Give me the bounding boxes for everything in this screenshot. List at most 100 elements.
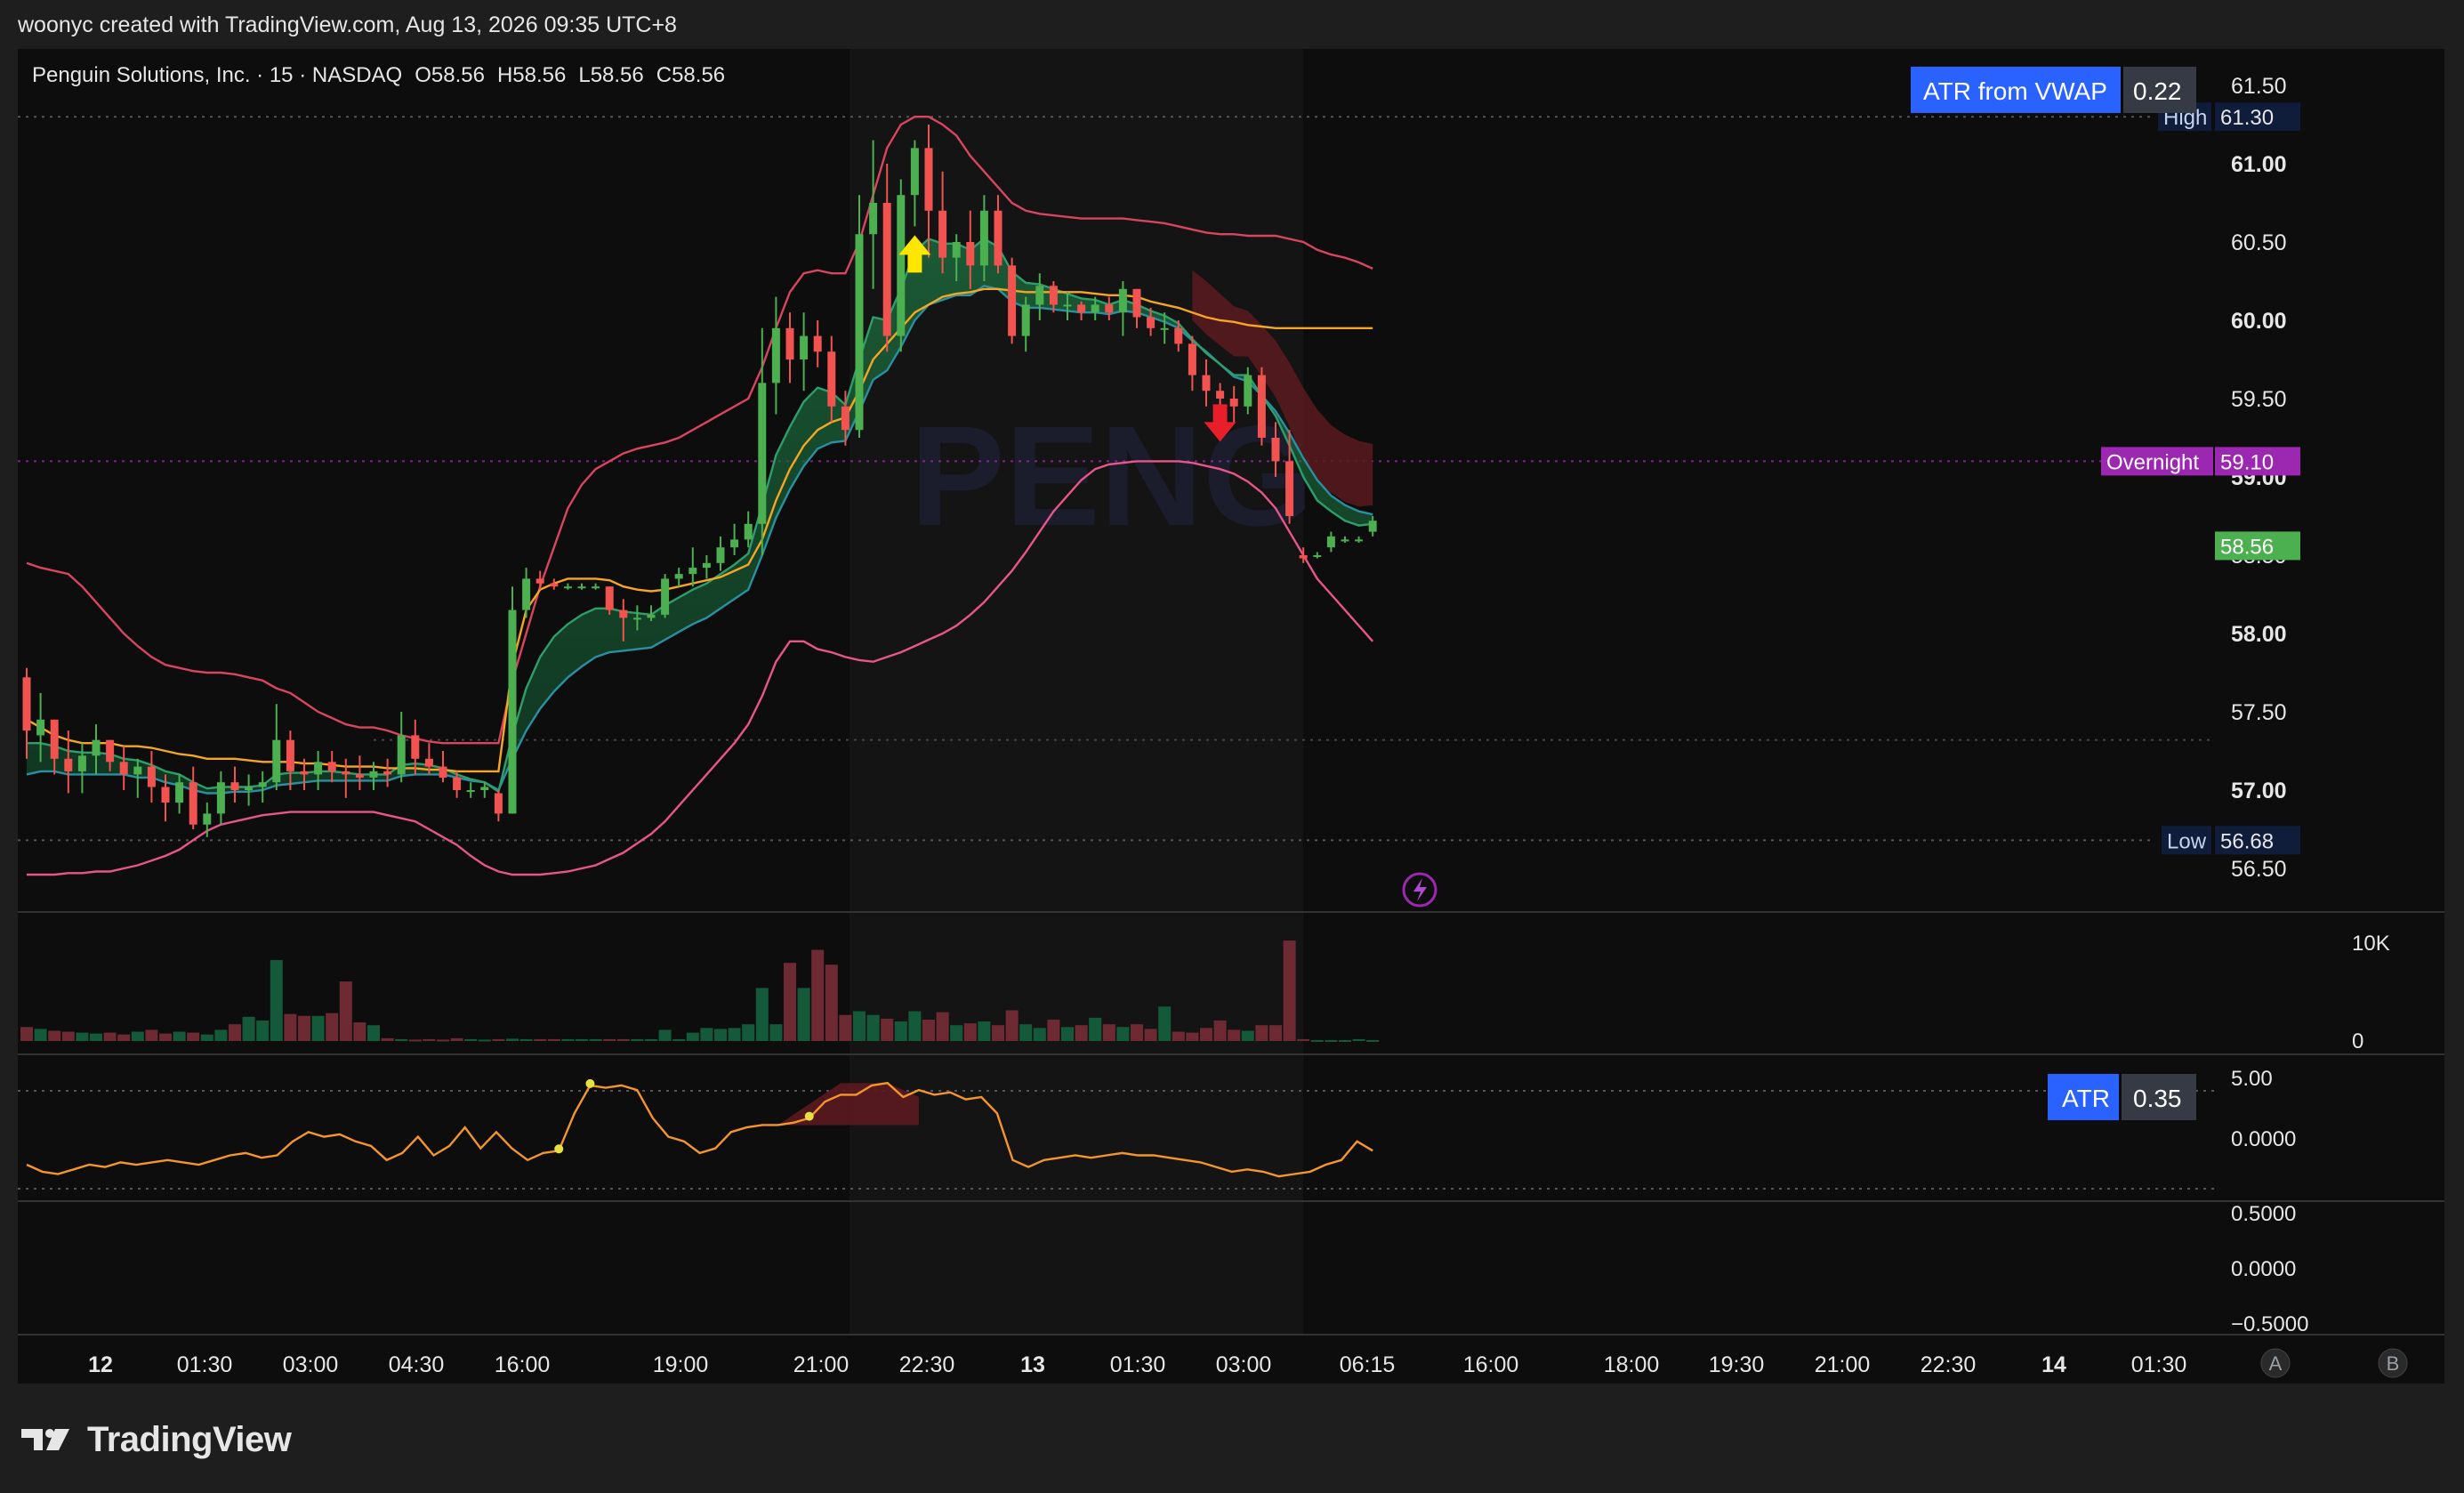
candle[interactable] (147, 766, 156, 787)
candle[interactable] (1188, 343, 1196, 375)
candle[interactable] (36, 719, 45, 736)
candle[interactable] (869, 203, 878, 235)
candle[interactable] (730, 539, 739, 548)
candle[interactable] (744, 523, 753, 540)
candle[interactable] (1368, 521, 1377, 532)
candle[interactable] (702, 562, 711, 569)
candle[interactable] (1160, 327, 1169, 330)
candle[interactable] (1091, 304, 1099, 313)
candle[interactable] (327, 762, 336, 771)
candle[interactable] (92, 739, 101, 756)
candle[interactable] (355, 774, 364, 778)
candle[interactable] (1341, 539, 1349, 542)
candle[interactable] (592, 586, 600, 589)
candle[interactable] (674, 574, 683, 579)
symbol-title[interactable]: Penguin Solutions, Inc. · 15 · NASDAQ O58… (32, 63, 725, 87)
candle[interactable] (897, 195, 906, 336)
candle[interactable] (258, 782, 267, 787)
candle[interactable] (397, 735, 406, 775)
candle[interactable] (1077, 304, 1086, 313)
candle[interactable] (77, 755, 86, 771)
candle[interactable] (1355, 539, 1364, 542)
candle[interactable] (535, 578, 544, 584)
candle[interactable] (300, 771, 309, 775)
candle[interactable] (619, 609, 628, 618)
candle[interactable] (245, 787, 254, 790)
candle[interactable] (952, 242, 961, 258)
candle[interactable] (314, 762, 323, 775)
candle[interactable] (924, 148, 933, 211)
candle[interactable] (189, 782, 197, 825)
candle[interactable] (785, 327, 794, 359)
chart-canvas[interactable]: Penguin Solutions, Inc. · 15 · NASDAQ O58… (0, 0, 2464, 1493)
candle[interactable] (882, 203, 891, 336)
candle[interactable] (466, 790, 475, 792)
candle[interactable] (661, 578, 670, 615)
candle[interactable] (342, 771, 350, 775)
candle[interactable] (494, 793, 503, 814)
candle[interactable] (979, 210, 988, 266)
candle[interactable] (508, 609, 517, 814)
candle[interactable] (161, 787, 170, 803)
candle[interactable] (119, 762, 128, 775)
tradingview-logo[interactable]: TradingView (20, 1415, 292, 1465)
candle[interactable] (758, 383, 767, 524)
candle[interactable] (522, 578, 531, 610)
candle[interactable] (286, 739, 294, 771)
candle[interactable] (813, 335, 822, 352)
candle[interactable] (1021, 304, 1030, 336)
candle[interactable] (1174, 327, 1183, 344)
candle[interactable] (1063, 304, 1072, 307)
candle[interactable] (855, 234, 864, 431)
candle[interactable] (439, 766, 447, 778)
candle[interactable] (938, 210, 947, 258)
candle[interactable] (605, 586, 614, 610)
candle[interactable] (1229, 399, 1238, 407)
candle[interactable] (800, 335, 809, 359)
candle[interactable] (1147, 317, 1156, 328)
candle[interactable] (453, 777, 462, 790)
candle[interactable] (1326, 536, 1335, 548)
candle[interactable] (1271, 438, 1280, 462)
candle[interactable] (50, 719, 59, 759)
candle[interactable] (411, 735, 420, 759)
candle[interactable] (1132, 288, 1141, 318)
candle[interactable] (383, 771, 392, 775)
candle[interactable] (272, 739, 281, 783)
candle[interactable] (716, 547, 725, 563)
candle[interactable] (1202, 375, 1211, 391)
candle[interactable] (1118, 288, 1127, 313)
candle[interactable] (841, 406, 850, 431)
candle[interactable] (424, 758, 433, 767)
candle[interactable] (106, 739, 115, 763)
candle[interactable] (1049, 286, 1058, 305)
candle[interactable] (230, 782, 239, 790)
candle[interactable] (994, 210, 1003, 266)
candle[interactable] (1244, 375, 1252, 407)
candle[interactable] (369, 771, 378, 778)
candle[interactable] (577, 586, 586, 589)
candle[interactable] (64, 758, 73, 771)
candle[interactable] (966, 242, 975, 266)
candle[interactable] (827, 351, 836, 407)
candle[interactable] (647, 614, 656, 618)
candle[interactable] (632, 617, 641, 620)
candle[interactable] (688, 568, 697, 575)
candle[interactable] (22, 677, 31, 731)
candle[interactable] (1216, 391, 1225, 399)
candle[interactable] (1257, 375, 1266, 438)
candle[interactable] (1285, 461, 1294, 516)
candle[interactable] (1035, 286, 1044, 305)
candle[interactable] (550, 583, 559, 587)
candle[interactable] (133, 766, 142, 775)
candle[interactable] (1105, 304, 1114, 313)
candle[interactable] (480, 787, 489, 790)
candle[interactable] (203, 813, 212, 825)
candle[interactable] (1008, 265, 1017, 336)
candle[interactable] (1313, 555, 1322, 557)
candle[interactable] (563, 586, 572, 589)
candle[interactable] (771, 327, 780, 383)
candle[interactable] (175, 782, 184, 803)
candle[interactable] (216, 782, 225, 814)
candle[interactable] (910, 148, 919, 196)
